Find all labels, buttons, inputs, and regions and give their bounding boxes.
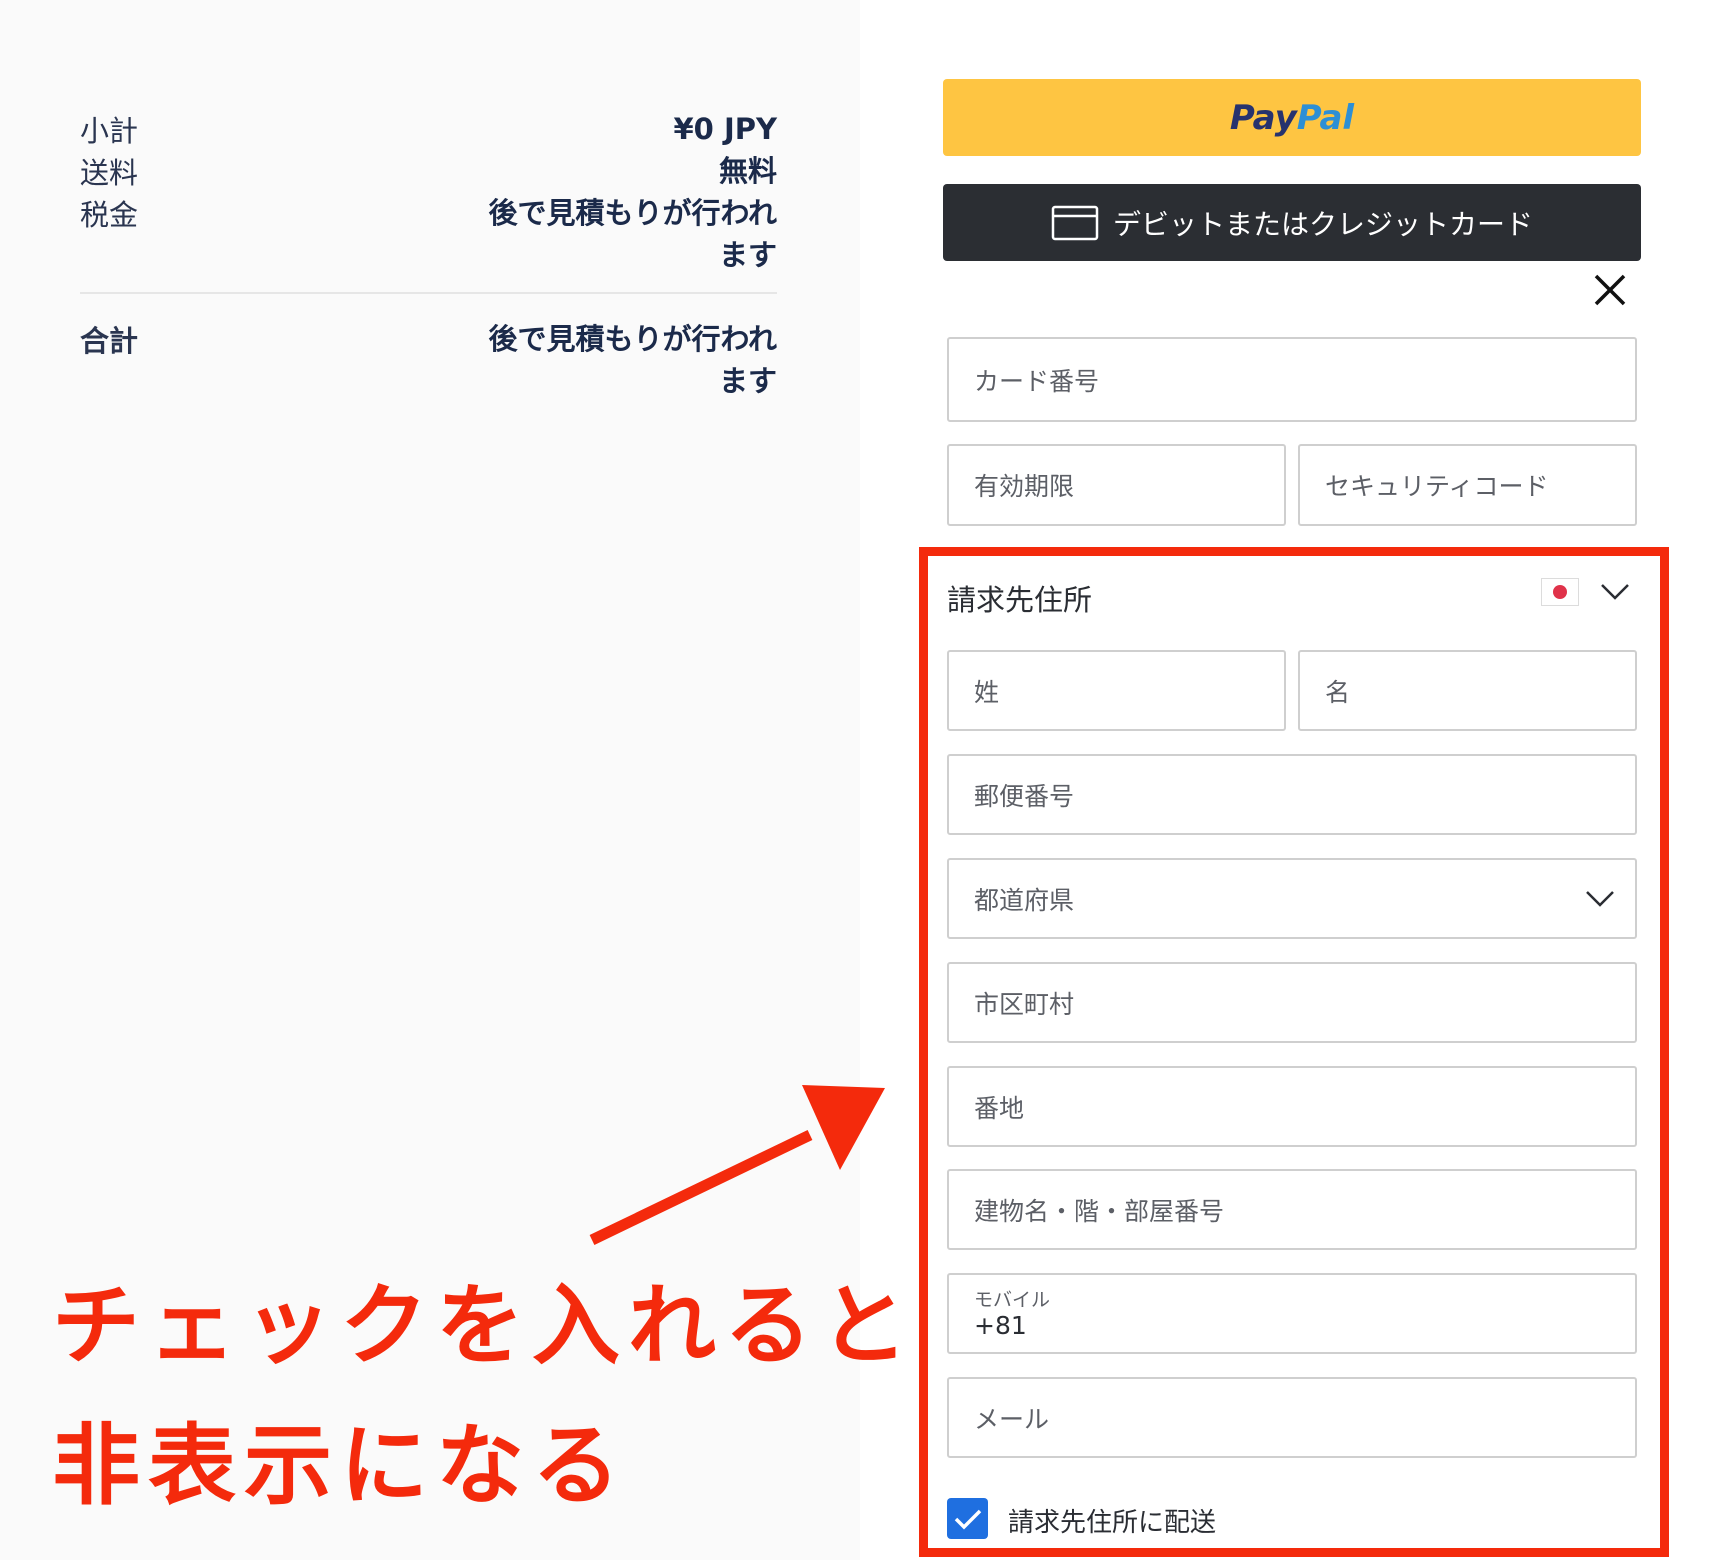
expiry-date-input[interactable]: 有効期限	[947, 444, 1286, 526]
last-name-input[interactable]: 姓	[947, 650, 1286, 731]
total-label: 合計	[80, 324, 139, 358]
debit-credit-card-button[interactable]: デビットまたはクレジットカード	[943, 184, 1641, 261]
checkmark-icon	[954, 1509, 981, 1529]
chevron-down-icon[interactable]	[1600, 582, 1630, 602]
building-input[interactable]: 建物名・階・部屋番号	[947, 1169, 1637, 1250]
total-value: 後で見積もりが行われ ます	[488, 318, 777, 402]
annotation-arrow-icon	[589, 1085, 885, 1245]
japan-flag-icon[interactable]	[1541, 578, 1579, 606]
order-summary-panel: 小計 ¥0 JPY 送料 無料 税金 後で見積もりが行われ ます 合計 後で見積…	[0, 0, 908, 1560]
mobile-input[interactable]: モバイル +81	[947, 1273, 1637, 1354]
email-input[interactable]: メール	[947, 1377, 1637, 1458]
tax-label: 税金	[80, 198, 139, 232]
postal-code-placeholder: 郵便番号	[974, 781, 1075, 811]
shipping-value: 無料	[718, 154, 777, 188]
subtotal-value: ¥0 JPY	[673, 112, 778, 146]
expiry-placeholder: 有効期限	[974, 472, 1075, 501]
paypal-button[interactable]: PayPal	[943, 79, 1641, 156]
prefecture-placeholder: 都道府県	[974, 885, 1075, 915]
last-name-placeholder: 姓	[974, 677, 1000, 707]
tax-value-line2: ます	[718, 238, 777, 272]
tax-value-line1: 後で見積もりが行われ	[488, 196, 777, 230]
tax-value: 後で見積もりが行われ ます	[488, 192, 777, 276]
subtotal-label: 小計	[80, 114, 139, 148]
email-placeholder: メール	[974, 1404, 1050, 1434]
street-placeholder: 番地	[974, 1093, 1025, 1123]
close-icon[interactable]	[1592, 272, 1628, 308]
credit-card-icon	[1051, 205, 1099, 240]
total-value-line1: 後で見積もりが行われ	[488, 322, 777, 356]
shipping-label: 送料	[80, 156, 139, 190]
paypal-logo-part1: Pay	[1229, 97, 1297, 138]
prefecture-select[interactable]: 都道府県	[947, 858, 1637, 939]
first-name-placeholder: 名	[1325, 677, 1351, 707]
billing-address-title: 請求先住所	[947, 583, 1093, 617]
security-code-placeholder: セキュリティコード	[1325, 472, 1549, 501]
paypal-logo-part2: Pal	[1296, 97, 1355, 138]
ship-to-billing-checkbox[interactable]	[947, 1498, 988, 1539]
street-input[interactable]: 番地	[947, 1066, 1637, 1147]
annotation-line1: チェックを入れると	[52, 1274, 917, 1377]
card-number-input[interactable]: カード番号	[947, 337, 1637, 422]
chevron-down-icon	[1586, 890, 1614, 907]
mobile-label: モバイル	[974, 1289, 1051, 1311]
summary-divider	[80, 292, 777, 294]
mobile-value: +81	[974, 1311, 1027, 1340]
annotation-line2: 非表示になる	[52, 1414, 629, 1517]
city-input[interactable]: 市区町村	[947, 962, 1637, 1043]
postal-code-input[interactable]: 郵便番号	[947, 754, 1637, 835]
first-name-input[interactable]: 名	[1298, 650, 1637, 731]
ship-to-billing-label: 請求先住所に配送	[1008, 1508, 1217, 1538]
card-number-placeholder: カード番号	[974, 366, 1100, 396]
security-code-input[interactable]: セキュリティコード	[1298, 444, 1637, 526]
building-placeholder: 建物名・階・部屋番号	[974, 1196, 1225, 1226]
card-button-label: デビットまたはクレジットカード	[1112, 207, 1533, 241]
total-value-line2: ます	[718, 364, 777, 398]
city-placeholder: 市区町村	[974, 989, 1075, 1019]
paypal-logo: PayPal	[1230, 98, 1354, 138]
